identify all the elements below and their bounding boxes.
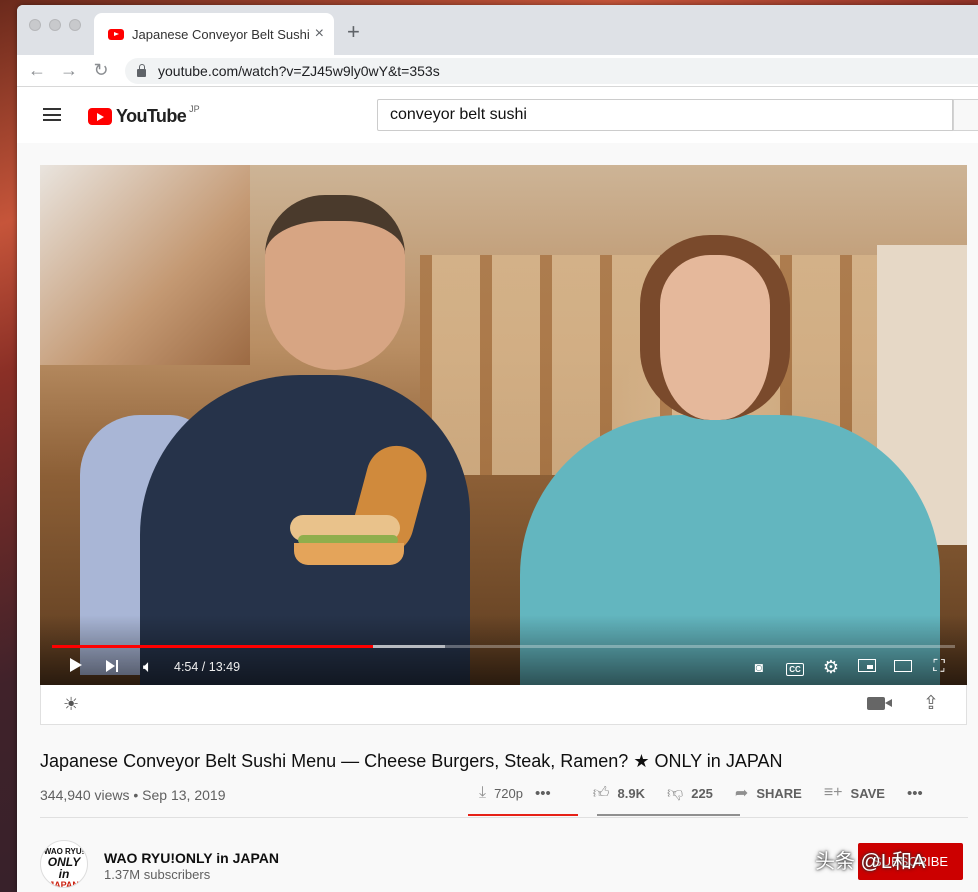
like-button[interactable]: 👍︎ 8.9K: [593, 784, 645, 803]
channel-name[interactable]: WAO RYU!ONLY in JAPAN: [104, 850, 279, 866]
divider: [40, 817, 968, 818]
more-actions-icon[interactable]: •••: [907, 785, 923, 802]
like-count: 8.9K: [617, 785, 645, 801]
menu-icon[interactable]: [43, 108, 61, 121]
download-button[interactable]: ⤓ 720p •••: [479, 784, 551, 802]
logo-text: YouTube: [116, 106, 187, 126]
burger: [290, 439, 434, 565]
video-meta: 344,940 views • Sep 13, 2019: [40, 787, 226, 803]
player-extension-bar: ☀ ⇪: [40, 685, 967, 725]
add-playlist-icon: ≡+: [823, 784, 843, 801]
screenshot-icon[interactable]: ◙: [741, 659, 777, 675]
new-tab-icon[interactable]: +: [347, 19, 360, 45]
download-icon: ⤓: [479, 784, 487, 801]
back-icon[interactable]: ←: [21, 60, 53, 81]
search-value: conveyor belt sushi: [390, 106, 527, 123]
youtube-favicon-icon: [108, 28, 124, 40]
dislike-button[interactable]: 👎︎ 225: [667, 784, 713, 803]
video-camera-icon[interactable]: [867, 697, 892, 710]
fullscreen-icon[interactable]: ⛶: [921, 658, 957, 676]
search-button[interactable]: [953, 99, 978, 131]
progress-bar[interactable]: [52, 645, 955, 648]
time-display: 4:54 / 13:49: [174, 660, 241, 674]
man-head: [265, 195, 405, 370]
next-icon[interactable]: [94, 659, 130, 676]
save-label: SAVE: [850, 785, 885, 801]
download-more-icon[interactable]: •••: [535, 785, 551, 802]
download-quality: 720p: [494, 785, 523, 801]
region-label: JP: [189, 103, 200, 114]
desktop-wallpaper: [0, 0, 18, 892]
dislike-count: 225: [691, 785, 713, 801]
minimize-window-button[interactable]: [49, 19, 61, 31]
play-icon[interactable]: [58, 658, 94, 676]
share-icon: ➦: [734, 785, 749, 802]
active-tab[interactable]: Japanese Conveyor Belt Sushi ×: [94, 13, 334, 55]
menu-poster: [40, 165, 250, 365]
download-underline: [468, 814, 578, 816]
subscriber-count: 1.37M subscribers: [104, 867, 211, 882]
browser-toolbar: ← → ↻ youtube.com/watch?v=ZJ45w9ly0wY&t=…: [17, 55, 978, 87]
thumbs-up-icon: 👍︎: [592, 784, 610, 802]
played-bar: [52, 645, 373, 648]
video-player[interactable]: 🔈︎ 4:54 / 13:49 ◙ CC ⚙ ⛶: [40, 165, 967, 685]
save-button[interactable]: ≡+ SAVE: [824, 784, 885, 802]
share-out-icon[interactable]: ⇪: [923, 692, 939, 715]
youtube-logo[interactable]: YouTube JP: [88, 103, 200, 127]
url-text: youtube.com/watch?v=ZJ45w9ly0wY&t=353s: [158, 63, 440, 79]
watch-page: 🔈︎ 4:54 / 13:49 ◙ CC ⚙ ⛶ ☀ ⇪ Japanese Co…: [17, 143, 978, 892]
zoom-window-button[interactable]: [69, 19, 81, 31]
video-title: Japanese Conveyor Belt Sushi Menu — Chee…: [40, 751, 783, 771]
youtube-header: YouTube JP conveyor belt sushi: [17, 87, 978, 143]
tab-title: Japanese Conveyor Belt Sushi: [132, 26, 309, 42]
woman-head: [640, 235, 790, 420]
tab-strip: Japanese Conveyor Belt Sushi × +: [17, 5, 978, 55]
channel-avatar[interactable]: WAO RYU! ONLY in JAPAN: [40, 840, 88, 888]
browser-window: Japanese Conveyor Belt Sushi × + ← → ↻ y…: [17, 5, 978, 892]
share-label: SHARE: [756, 785, 802, 801]
youtube-logo-icon: [88, 108, 112, 125]
watermark: 头条 @L和A: [815, 851, 926, 873]
window-controls: [29, 19, 81, 31]
like-ratio-bar: [597, 814, 740, 816]
search-input[interactable]: conveyor belt sushi: [377, 99, 953, 131]
video-actions: ⤓ 720p ••• 👍︎ 8.9K 👎︎ 225 ➦ SHARE ≡+ SAV…: [479, 783, 945, 803]
close-window-button[interactable]: [29, 19, 41, 31]
thumbs-down-icon: 👎︎: [666, 784, 684, 802]
reload-icon[interactable]: ↻: [85, 60, 117, 81]
captions-icon[interactable]: CC: [777, 659, 813, 676]
tab-close-icon[interactable]: ×: [315, 25, 324, 43]
theater-mode-icon[interactable]: [885, 659, 921, 676]
address-bar[interactable]: youtube.com/watch?v=ZJ45w9ly0wY&t=353s: [125, 58, 978, 84]
volume-icon[interactable]: 🔈︎: [130, 657, 166, 677]
player-controls: 🔈︎ 4:54 / 13:49 ◙ CC ⚙ ⛶: [40, 649, 967, 685]
miniplayer-icon[interactable]: [849, 658, 885, 676]
settings-gear-icon[interactable]: ⚙: [813, 657, 849, 678]
forward-icon[interactable]: →: [53, 60, 85, 81]
share-button[interactable]: ➦ SHARE: [735, 783, 802, 803]
lock-icon: [137, 64, 146, 77]
brightness-icon[interactable]: ☀: [63, 694, 79, 715]
